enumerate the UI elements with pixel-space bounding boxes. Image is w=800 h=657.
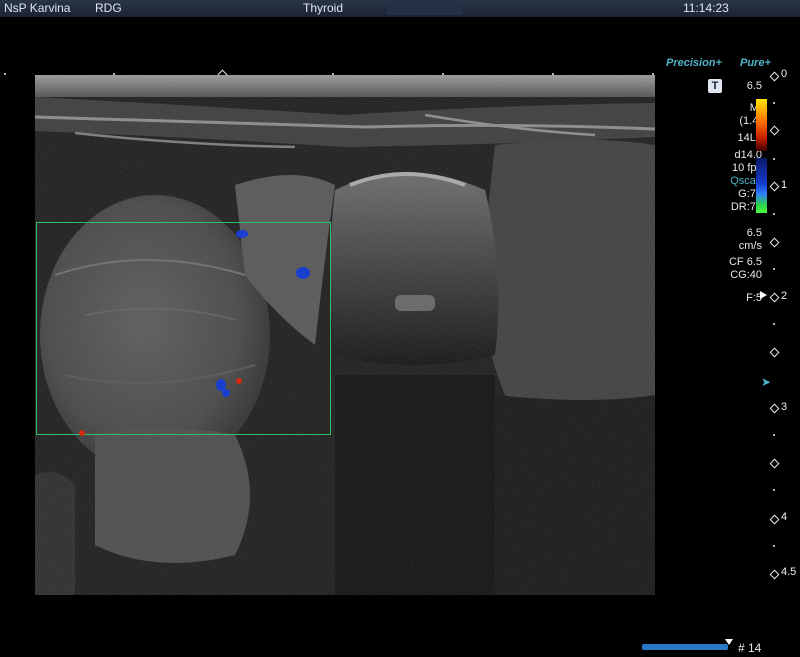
probe-name: 14L5 [737, 132, 762, 144]
depth-marker-icon [769, 514, 780, 525]
depth-dot [773, 323, 775, 325]
depth-marker-icon [769, 125, 780, 136]
gain-value: G:78 [738, 188, 762, 200]
depth-label-4: 4 [781, 511, 788, 523]
dynamic-range-value: DR:70 [730, 201, 762, 213]
depth-label-1: 1 [781, 179, 788, 191]
frame-number: # 14 [738, 641, 762, 655]
depth-marker-icon [769, 347, 780, 358]
depth-dot [773, 268, 775, 270]
depth-marker-icon [769, 292, 780, 303]
depth-dot [773, 158, 775, 160]
qscan-label: Qscan [730, 175, 762, 187]
precision-logo: Precision+ [666, 57, 722, 69]
header-tab-slot[interactable] [387, 1, 463, 15]
depth-label-2: 2 [781, 290, 788, 302]
depth-dot [773, 545, 775, 547]
department-name: RDG [95, 1, 122, 15]
mi-label: MI [700, 102, 762, 115]
pure-logo: Pure+ [740, 57, 771, 69]
top-header-bar: NsP Karvina RDG Thyroid 11:14:23 [0, 0, 800, 17]
depth-value: d14.0 [734, 149, 762, 161]
color-gain: CG:40 [730, 269, 762, 281]
ruler-dot [4, 73, 6, 75]
cine-position-icon[interactable] [725, 639, 733, 645]
depth-marker-icon [769, 71, 780, 82]
cine-scrollbar[interactable] [642, 644, 728, 650]
depth-dot [773, 489, 775, 491]
color-bar-negative [756, 158, 767, 213]
depth-label-4-5: 4.5 [781, 566, 797, 578]
depth-label-0: 0 [781, 68, 788, 80]
depth-marker-icon [769, 237, 780, 248]
focus-marker-icon[interactable] [760, 291, 767, 299]
depth-marker-icon [769, 403, 780, 414]
focus-value: F:5 [746, 292, 762, 304]
params-panel: 6.5 MI (1.4) 14L5 d14.0 10 fps Qscan G:7… [700, 80, 762, 305]
scale-unit: cm/s [738, 240, 762, 252]
mi-value: (1.4) [739, 115, 762, 127]
preset-name: Thyroid [303, 1, 344, 15]
depth-marker-icon [769, 569, 780, 580]
scale-value: 6.5 [746, 227, 762, 239]
color-bar-positive [756, 99, 767, 151]
depth-dot [773, 434, 775, 436]
frame-rate: 10 fps [732, 162, 762, 174]
depth-dot [773, 102, 775, 104]
depth-label-3: 3 [781, 401, 788, 413]
institution-name: NsP Karvina [4, 1, 71, 15]
tgc-marker-icon[interactable]: ➤ [761, 375, 771, 389]
clock-time: 11:14:23 [683, 1, 729, 15]
depth-dot [773, 213, 775, 215]
ultrasound-image[interactable] [35, 75, 655, 595]
color-frequency: CF 6.5 [728, 256, 762, 268]
depth-marker-icon [769, 181, 780, 192]
depth-marker-icon [769, 458, 780, 469]
scale-top-value: 6.5 [746, 80, 762, 92]
